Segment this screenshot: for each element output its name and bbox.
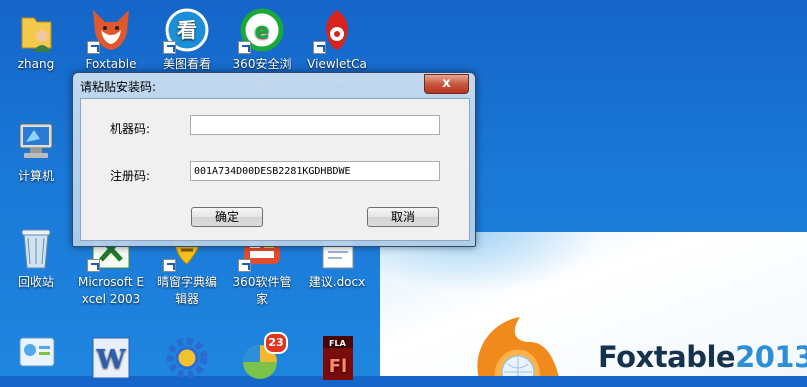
flash-letter: Fl	[329, 356, 347, 377]
desktop-icon-app-with-badge[interactable]: 23	[227, 332, 297, 384]
desktop-icon-label: 晴窗字典编辑器	[156, 275, 217, 306]
recycle-bin-icon	[12, 224, 60, 272]
notification-badge: 23	[264, 332, 288, 354]
foxtable-icon	[87, 6, 135, 54]
desktop-icon-label: Foxtable	[85, 57, 137, 71]
shortcut-arrow-icon	[313, 41, 326, 54]
machine-code-field[interactable]	[190, 115, 440, 135]
desktop-icon-label: 美图看看	[162, 57, 211, 71]
registration-code-label: 注册码:	[110, 169, 151, 183]
viewletcam-icon	[313, 6, 361, 54]
shortcut-arrow-icon	[238, 259, 251, 272]
meitu-viewer-icon: 看	[163, 6, 211, 54]
foxtable-splash: Foxtable2013	[380, 232, 807, 376]
shortcut-arrow-icon	[238, 41, 251, 54]
desktop-icon-label: 回收站	[17, 275, 54, 289]
ok-button[interactable]: 确定	[191, 207, 263, 227]
foxtable-logo-icon	[477, 317, 559, 376]
desktop-icon-meitu-viewer[interactable]: 看 美图看看	[152, 6, 222, 73]
desktop-icon-label: 360软件管家	[232, 275, 292, 306]
close-button[interactable]: x	[424, 74, 469, 94]
shortcut-arrow-icon	[163, 259, 176, 272]
app-with-badge-icon: 23	[238, 332, 288, 382]
desktop-icon-word[interactable]: W	[76, 334, 146, 384]
desktop-icon-flash[interactable]: FLA Fl	[302, 334, 372, 384]
shortcut-arrow-icon	[87, 41, 100, 54]
install-code-dialog: 请粘贴安装码: x 机器码: 注册码: 确定 取消	[72, 72, 476, 247]
control-panel-icon	[12, 334, 60, 382]
splash-brand-text: Foxtable2013	[598, 340, 807, 374]
svg-text:e: e	[255, 19, 270, 44]
desktop-icon-label: Microsoft Excel 2003	[77, 275, 144, 306]
shortcut-arrow-icon	[87, 259, 100, 272]
dialog-body: 机器码: 注册码: 确定 取消	[80, 98, 470, 241]
flash-icon: FLA Fl	[313, 334, 361, 382]
desktop-icon-settings[interactable]	[152, 334, 222, 384]
desktop-icon-computer[interactable]: 计算机	[1, 118, 71, 185]
machine-code-label: 机器码:	[110, 122, 151, 136]
computer-icon	[12, 118, 60, 166]
cancel-button[interactable]: 取消	[367, 207, 439, 227]
close-icon: x	[442, 76, 451, 91]
desktop-icon-label: zhang	[17, 57, 55, 71]
user-folder-icon	[12, 6, 60, 54]
desktop-icon-zhang[interactable]: zhang	[1, 6, 71, 73]
word-icon: W	[87, 334, 135, 382]
desktop-icon-recycle-bin[interactable]: 回收站	[1, 224, 71, 291]
360-browser-icon: e	[238, 6, 286, 54]
desktop-icon-label: 建议.docx	[308, 275, 366, 289]
desktop-icon-label: 计算机	[17, 169, 54, 183]
word-letter: W	[95, 345, 126, 375]
shortcut-arrow-icon	[163, 41, 176, 54]
registration-code-field[interactable]	[190, 161, 440, 181]
flash-file-label: FLA	[329, 339, 347, 348]
settings-gear-icon	[163, 334, 211, 382]
desktop-icon-control-panel[interactable]	[1, 334, 71, 384]
svg-text:看: 看	[177, 18, 197, 42]
dialog-title: 请粘贴安装码:	[80, 80, 157, 94]
desktop-icon-foxtable[interactable]: Foxtable	[76, 6, 146, 73]
